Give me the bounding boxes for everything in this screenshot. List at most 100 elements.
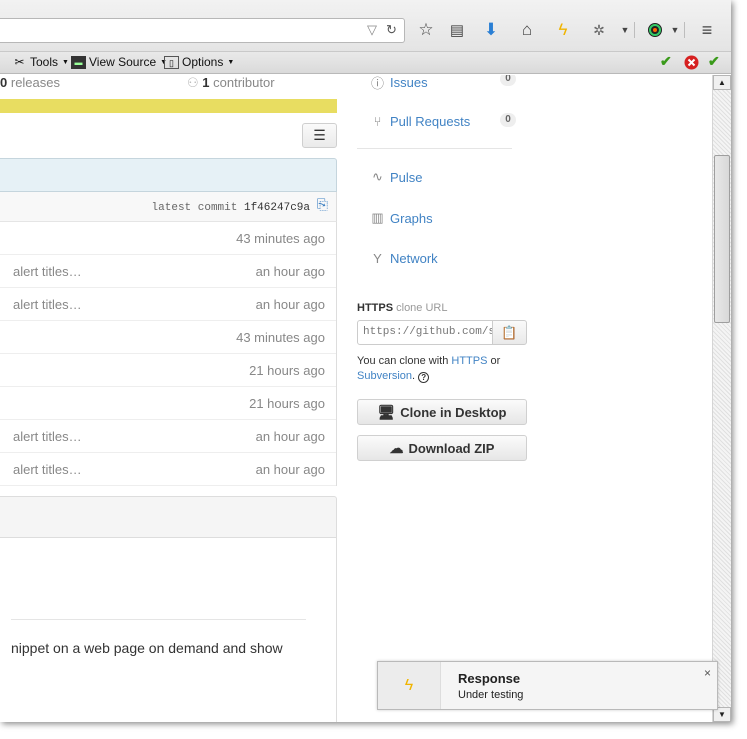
green-check-icon[interactable]: ✔ (708, 53, 720, 70)
sidebar-item-graphs[interactable]: ▥ Graphs (370, 210, 433, 226)
browser-window: ▽ ↻ ☆ ▤ ⬇ ⌂ ϟ ✲ ▼ ▼ ≡ ✂ Tools ▼ ▬ View So… (0, 0, 731, 722)
download-zip-label: Download ZIP (408, 440, 495, 456)
https-link[interactable]: HTTPS (451, 355, 487, 367)
red-error-icon[interactable] (684, 55, 699, 70)
menu-caret-icon[interactable]: ▼ (614, 19, 636, 41)
page-content: 0 releases ⚇ 1 contributor ☰ latest comm… (0, 75, 712, 722)
contributor-label: contributor (213, 75, 275, 90)
network-icon: Y (373, 251, 382, 266)
list-icon: ☰ (313, 127, 326, 143)
clipboard-icon: 📋 (501, 325, 518, 340)
color-wheel-icon[interactable] (644, 19, 666, 41)
commit-message[interactable]: alert titles… (13, 264, 82, 279)
notification-title: Response (458, 671, 521, 686)
tools-menu[interactable]: ✂ Tools ▼ (12, 54, 69, 69)
sidebar-item-network[interactable]: Y Network (370, 251, 438, 266)
notification-popup[interactable]: ϟ Response Under testing × (377, 661, 718, 710)
clone-help-period: . (412, 370, 416, 382)
clone-label: clone URL (396, 302, 448, 314)
scroll-thumb[interactable] (714, 155, 730, 323)
options-icon: ▯ (164, 55, 179, 69)
caret-icon: ▼ (62, 58, 69, 66)
table-row: alert titles… an hour ago (0, 453, 336, 486)
commit-age: 21 hours ago (249, 363, 325, 378)
clone-in-desktop-button[interactable]: 🖥 Clone in Desktop (357, 399, 527, 425)
hamburger-menu-icon[interactable]: ≡ (696, 19, 718, 41)
file-list: 43 minutes ago alert titles… an hour ago … (0, 222, 337, 486)
commit-age: 21 hours ago (249, 396, 325, 411)
reload-icon[interactable]: ↻ (386, 22, 397, 38)
clone-help-text: You can clone with HTTPS or Subversion. … (357, 354, 527, 384)
clone-url-input[interactable]: https://github.com/su (357, 320, 493, 345)
pull-request-icon: ⑂ (373, 114, 382, 129)
clone-help-prefix: You can clone with (357, 355, 449, 367)
table-row: 21 hours ago (0, 387, 336, 420)
scroll-up-arrow-icon[interactable]: ▲ (713, 75, 731, 90)
sidebar-item-pulse[interactable]: ∿ Pulse (370, 169, 423, 185)
sidebar-item-issues[interactable]: ⓘ Issues (370, 75, 428, 92)
graph-icon: ▥ (371, 210, 384, 225)
menu-caret-icon[interactable]: ▼ (664, 19, 686, 41)
caret-icon: ▼ (227, 58, 235, 66)
language-bar (0, 99, 337, 113)
commit-message[interactable]: alert titles… (13, 297, 82, 312)
clone-protocol: HTTPS (357, 302, 394, 314)
list-view-button[interactable]: ☰ (302, 123, 337, 148)
sidebar-item-label: Network (390, 251, 438, 266)
green-check-icon[interactable]: ✔ (660, 53, 672, 70)
table-row: alert titles… an hour ago (0, 288, 336, 321)
toolbar-separator (684, 22, 685, 38)
commit-sha-link[interactable]: 1f46247c9a (244, 202, 310, 214)
subversion-link[interactable]: Subversion (357, 370, 412, 382)
commit-age: 43 minutes ago (236, 231, 325, 246)
lightning-icon[interactable]: ϟ (552, 19, 574, 41)
bookmark-star-icon[interactable]: ☆ (415, 19, 437, 41)
readme-header (0, 496, 337, 538)
table-row: 21 hours ago (0, 354, 336, 387)
vertical-scrollbar[interactable]: ▲ ▼ (712, 75, 731, 722)
copy-sha-icon[interactable]: ⎘ (317, 198, 328, 214)
sidebar-item-label: Pull Requests (390, 114, 471, 129)
sidebar-item-pull-requests[interactable]: ⑂ Pull Requests (370, 114, 471, 129)
cloud-download-icon: ☁ (389, 439, 404, 456)
commit-age: an hour ago (255, 297, 325, 312)
table-row: alert titles… an hour ago (0, 255, 336, 288)
commit-message[interactable]: alert titles… (13, 429, 82, 444)
latest-commit-bar: latest commit 1f46247c9a ⎘ (0, 192, 337, 222)
people-icon: ⚇ (187, 75, 199, 90)
url-bar[interactable]: ▽ ↻ (0, 18, 405, 43)
firebug-icon[interactable]: ✲ (588, 19, 610, 41)
toolbar-separator (634, 22, 635, 38)
view-source-label: View Source (89, 55, 157, 69)
terminal-icon: ▬ (71, 55, 86, 69)
commit-age: an hour ago (255, 264, 325, 279)
issue-icon: ⓘ (370, 76, 384, 91)
copy-url-button[interactable]: 📋 (492, 320, 527, 345)
clone-desktop-label: Clone in Desktop (400, 404, 507, 420)
latest-commit-label: latest commit (151, 202, 238, 214)
sidebar-item-label: Issues (390, 75, 428, 90)
help-icon[interactable]: ? (418, 372, 430, 383)
tools-label: Tools (30, 55, 59, 69)
contributors-stat[interactable]: ⚇ 1 contributor (187, 75, 275, 91)
options-label: Options (182, 55, 224, 69)
commit-header (0, 158, 337, 192)
download-icon[interactable]: ⬇ (480, 19, 502, 41)
releases-stat[interactable]: 0 releases (0, 75, 60, 90)
sidebar-item-label: Graphs (390, 210, 433, 226)
dropdown-icon[interactable]: ▽ (367, 22, 377, 38)
commit-age: an hour ago (255, 429, 325, 444)
reading-list-icon[interactable]: ▤ (446, 19, 468, 41)
home-icon[interactable]: ⌂ (516, 19, 538, 41)
sidebar-item-label: Pulse (390, 169, 423, 185)
tools-icon: ✂ (14, 54, 25, 69)
options-menu[interactable]: ▯ Options ▼ (164, 55, 234, 69)
commit-age: an hour ago (255, 462, 325, 477)
view-source-menu[interactable]: ▬ View Source ▼ (71, 55, 167, 69)
download-zip-button[interactable]: ☁ Download ZIP (357, 435, 527, 461)
close-icon[interactable]: × (704, 666, 711, 680)
addon-toolbar: ✂ Tools ▼ ▬ View Source ▼ ▯ Options ▼ ✔ ✔ (0, 52, 731, 74)
releases-label: releases (10, 75, 60, 90)
commit-message[interactable]: alert titles… (13, 462, 82, 477)
readme-divider (11, 619, 306, 620)
